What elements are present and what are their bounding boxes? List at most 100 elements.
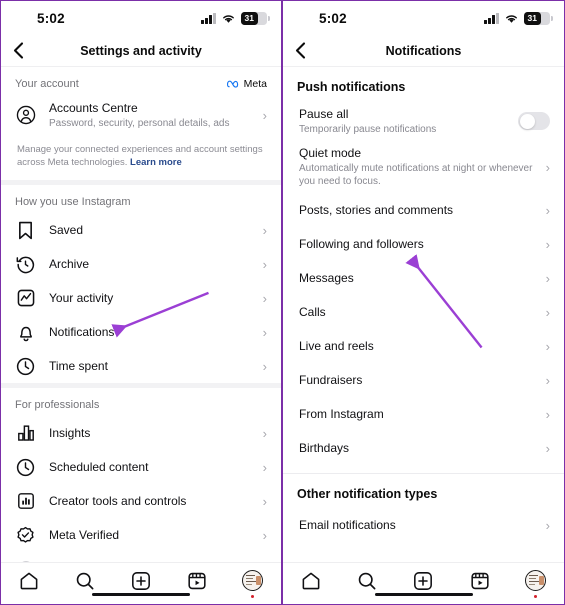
tab-bar-left[interactable] — [1, 562, 281, 604]
tab-search[interactable] — [350, 568, 384, 594]
tab-home[interactable] — [12, 568, 46, 594]
tab-search[interactable] — [68, 568, 102, 594]
row-label: Archive — [49, 256, 90, 271]
row-archive[interactable]: Archive › — [1, 247, 281, 281]
row-insights[interactable]: Insights › — [1, 416, 281, 450]
row-label: From Instagram — [299, 406, 384, 421]
screenshot-stage: 5:02 31 Settings and activity Your accou… — [0, 0, 565, 605]
section-how-you-use: How you use Instagram — [1, 185, 281, 213]
row-label: Fundraisers — [299, 372, 363, 387]
chevron-right-icon: › — [262, 425, 267, 441]
row-calls[interactable]: Calls › — [283, 295, 564, 329]
clock-icon — [15, 356, 36, 377]
row-label: Time spent — [49, 358, 108, 373]
section-label: How you use Instagram — [15, 196, 131, 208]
search-icon — [359, 572, 376, 590]
chevron-right-icon: › — [545, 440, 550, 456]
row-posts-stories-comments[interactable]: Posts, stories and comments › — [283, 193, 564, 227]
bell-icon — [15, 322, 36, 343]
tab-create[interactable] — [406, 568, 440, 594]
row-your-activity[interactable]: Your activity › — [1, 281, 281, 315]
reels-icon — [471, 572, 489, 590]
section-label: Push notifications — [297, 80, 406, 94]
row-sublabel: Automatically mute notifications at nigh… — [299, 163, 533, 187]
meta-brand: Meta — [226, 78, 267, 90]
row-notifications[interactable]: Notifications › — [1, 315, 281, 349]
row-live-and-reels[interactable]: Live and reels › — [283, 329, 564, 363]
tab-profile[interactable] — [236, 568, 270, 598]
profile-avatar — [524, 570, 546, 591]
back-button[interactable] — [283, 36, 317, 66]
tab-reels[interactable] — [180, 568, 214, 594]
tab-bar-right[interactable] — [283, 562, 564, 604]
chevron-right-icon: › — [262, 107, 267, 123]
back-button[interactable] — [1, 36, 35, 66]
status-indicators: 31 — [201, 11, 270, 25]
row-email-notifications[interactable]: Email notifications › — [283, 508, 564, 542]
archive-clock-icon — [15, 254, 36, 275]
row-label: Your activity — [49, 290, 114, 305]
row-scheduled-content[interactable]: Scheduled content › — [1, 450, 281, 484]
row-quiet-mode[interactable]: Quiet mode Automatically mute notificati… — [283, 141, 564, 193]
pause-all-toggle[interactable] — [518, 112, 550, 130]
accounts-centre-text: Accounts Centre Password, security, pers… — [49, 101, 255, 130]
status-time: 5:02 — [319, 10, 347, 26]
status-indicators: 31 — [484, 11, 553, 25]
chevron-right-icon: › — [262, 290, 267, 306]
create-plus-icon — [414, 572, 433, 590]
creator-tools-icon — [15, 491, 36, 512]
chevron-right-icon: › — [545, 372, 550, 388]
row-label: Calls — [299, 304, 326, 319]
home-icon — [302, 572, 320, 590]
avatar[interactable] — [524, 570, 547, 598]
row-pause-all[interactable]: Pause all Temporarily pause notification… — [283, 101, 564, 141]
toggle-knob — [519, 113, 535, 129]
section-other-notification-types: Other notification types — [283, 474, 564, 508]
row-meta-verified[interactable]: Meta Verified › — [1, 518, 281, 552]
row-creator-tools[interactable]: Creator tools and controls › — [1, 484, 281, 518]
search-icon — [76, 572, 94, 590]
row-label: Birthdays — [299, 440, 350, 455]
row-fundraisers[interactable]: Fundraisers › — [283, 363, 564, 397]
profile-avatar — [242, 570, 263, 591]
row-saved[interactable]: Saved › — [1, 213, 281, 247]
row-label: Email notifications — [299, 517, 396, 532]
insights-bar-icon — [15, 423, 36, 444]
battery-level: 31 — [527, 12, 537, 23]
row-accounts-centre[interactable]: Accounts Centre Password, security, pers… — [1, 95, 281, 135]
tab-profile[interactable] — [519, 568, 553, 598]
learn-more-link[interactable]: Learn more — [130, 157, 182, 168]
row-label: Posts, stories and comments — [299, 202, 454, 217]
chevron-right-icon: › — [262, 493, 267, 509]
row-time-spent[interactable]: Time spent › — [1, 349, 281, 383]
back-chevron-icon — [295, 42, 305, 59]
accounts-centre-icon — [15, 105, 36, 126]
row-label: Insights — [49, 425, 91, 440]
row-partial-next[interactable]: › — [1, 552, 281, 562]
tab-reels[interactable] — [463, 568, 497, 594]
home-indicator — [92, 592, 190, 596]
section-push-notifications: Push notifications — [283, 67, 564, 101]
chevron-right-icon: › — [545, 236, 550, 252]
row-messages[interactable]: Messages › — [283, 261, 564, 295]
row-label: Scheduled content — [49, 459, 149, 474]
section-label: Your account — [15, 78, 79, 90]
row-label: Accounts Centre — [49, 100, 138, 115]
tab-home[interactable] — [294, 568, 328, 594]
row-birthdays[interactable]: Birthdays › — [283, 431, 564, 465]
row-following-and-followers[interactable]: Following and followers › — [283, 227, 564, 261]
notifications-list[interactable]: Push notifications Pause all Temporarily… — [283, 67, 564, 560]
row-sublabel: Temporarily pause notifications — [299, 123, 437, 135]
pause-all-text: Pause all Temporarily pause notification… — [299, 107, 510, 136]
row-from-instagram[interactable]: From Instagram › — [283, 397, 564, 431]
avatar[interactable] — [242, 570, 264, 598]
row-label: Messages — [299, 270, 354, 285]
accounts-centre-note: Manage your connected experiences and ac… — [1, 135, 281, 180]
tab-create[interactable] — [124, 568, 158, 594]
chevron-right-icon: › — [262, 256, 267, 272]
settings-list[interactable]: Your account Meta Accounts Centre Passwo… — [1, 67, 281, 562]
status-bar-right: 5:02 31 — [283, 1, 564, 35]
section-label: Other notification types — [297, 487, 438, 501]
notification-dot — [533, 594, 538, 598]
battery-icon: 31 — [524, 11, 553, 25]
